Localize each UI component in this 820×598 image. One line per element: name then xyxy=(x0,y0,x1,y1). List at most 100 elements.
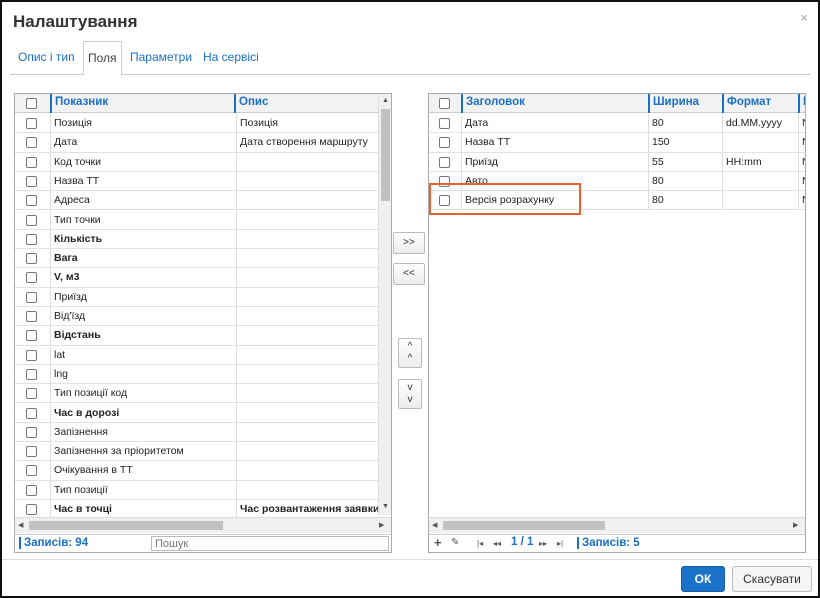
last-page-icon[interactable]: ▸| xyxy=(557,539,563,548)
format-cell xyxy=(722,133,798,153)
column-header-extra[interactable]: I xyxy=(798,94,805,113)
right-horizontal-scrollbar[interactable]: ◀ ▶ xyxy=(429,517,805,533)
move-up-button[interactable]: ^ ^ xyxy=(398,338,422,368)
row-checkbox[interactable] xyxy=(26,330,37,342)
move-down-button[interactable]: vv xyxy=(398,379,422,409)
left-horizontal-scroll-thumb[interactable] xyxy=(29,521,223,530)
width-cell: 80 xyxy=(648,114,722,133)
left-vertical-scrollbar[interactable]: ▲ ▼ xyxy=(378,94,391,515)
column-header-indicator[interactable]: Показник xyxy=(50,94,232,113)
row-checkbox[interactable] xyxy=(26,253,37,265)
scroll-up-icon[interactable]: ▲ xyxy=(382,96,389,106)
row-checkbox[interactable] xyxy=(26,233,37,245)
indicator-cell: Тип позиції xyxy=(50,480,236,500)
tab-description-type[interactable]: Опис і тип xyxy=(14,41,79,75)
select-all-checkbox[interactable] xyxy=(26,98,37,109)
close-icon[interactable]: × xyxy=(800,10,808,25)
left-horizontal-scrollbar[interactable]: ◀ ▶ xyxy=(15,517,391,533)
column-header-description[interactable]: Опис xyxy=(234,94,377,113)
row-checkbox[interactable] xyxy=(439,137,450,149)
column-header-width[interactable]: Ширина xyxy=(648,94,722,113)
scroll-right-icon[interactable]: ▶ xyxy=(793,521,798,531)
description-cell xyxy=(236,171,378,191)
table-row[interactable]: Дата Дата створення маршруту xyxy=(15,133,378,153)
cancel-button[interactable]: Скасувати xyxy=(732,566,812,592)
row-checkbox[interactable] xyxy=(439,156,450,168)
ok-button[interactable]: ОК xyxy=(681,566,725,592)
column-header-format[interactable]: Формат xyxy=(722,94,798,113)
tab-parameters[interactable]: Параметри xyxy=(126,41,196,75)
row-checkbox[interactable] xyxy=(26,349,37,361)
row-checkbox[interactable] xyxy=(26,156,37,168)
remove-field-button[interactable]: << xyxy=(393,263,425,285)
column-header-title[interactable]: Заголовок xyxy=(461,94,648,113)
table-row[interactable]: Від'їзд xyxy=(15,307,378,327)
row-checkbox[interactable] xyxy=(439,118,450,129)
scroll-right-icon[interactable]: ▶ xyxy=(379,521,384,531)
prev-page-icon[interactable]: ◂◂ xyxy=(493,539,501,548)
scroll-left-icon[interactable]: ◀ xyxy=(432,521,437,531)
left-grid-header: Показник Опис xyxy=(15,94,391,113)
row-checkbox[interactable] xyxy=(26,388,37,400)
description-cell: Дата створення маршруту xyxy=(236,133,378,153)
table-row[interactable]: Код точки xyxy=(15,152,378,172)
next-page-icon[interactable]: ▸▸ xyxy=(539,539,547,548)
width-cell: 55 xyxy=(648,152,722,172)
table-row[interactable]: Тип позиції код xyxy=(15,384,378,404)
extra-cell: N xyxy=(798,114,805,133)
description-cell xyxy=(236,345,378,365)
table-row[interactable]: lat xyxy=(15,345,378,365)
table-row[interactable]: Адреса xyxy=(15,191,378,211)
table-row[interactable]: Приїзд55HH:mmN xyxy=(429,152,805,172)
table-row[interactable]: V, м3 xyxy=(15,268,378,288)
row-checkbox[interactable] xyxy=(26,465,37,477)
page-indicator: 1 / 1 xyxy=(511,536,534,548)
width-cell: 150 xyxy=(648,133,722,153)
left-grid-footer: Записів: 94 xyxy=(15,534,391,552)
row-checkbox[interactable] xyxy=(26,446,37,458)
row-checkbox[interactable] xyxy=(26,195,37,207)
left-vertical-scroll-thumb[interactable] xyxy=(381,109,390,201)
first-page-icon[interactable]: |◂ xyxy=(477,539,483,548)
table-row[interactable]: Запізнення за пріоритетом xyxy=(15,442,378,462)
table-row[interactable]: lng xyxy=(15,364,378,385)
right-horizontal-scroll-thumb[interactable] xyxy=(443,521,605,530)
scroll-down-icon[interactable]: ▼ xyxy=(382,502,389,512)
table-row[interactable]: Кількість xyxy=(15,229,378,250)
table-row[interactable]: Вага xyxy=(15,249,378,269)
table-row[interactable]: Тип точки xyxy=(15,210,378,230)
select-all-selected-checkbox[interactable] xyxy=(439,98,450,109)
table-row[interactable]: Час в дорозі xyxy=(15,403,378,423)
table-row[interactable]: Запізнення xyxy=(15,422,378,443)
table-row[interactable]: Тип позиції xyxy=(15,480,378,500)
row-checkbox[interactable] xyxy=(26,137,37,149)
table-row[interactable]: Очікування в ТТ xyxy=(15,461,378,481)
scroll-left-icon[interactable]: ◀ xyxy=(18,521,23,531)
search-input[interactable] xyxy=(151,536,389,551)
table-row[interactable]: Назва ТТ xyxy=(15,171,378,192)
row-checkbox[interactable] xyxy=(26,175,37,187)
move-up-icon-second: ^ xyxy=(407,353,413,364)
table-row[interactable]: Відстань xyxy=(15,326,378,346)
row-checkbox[interactable] xyxy=(26,504,37,515)
tab-fields[interactable]: Поля xyxy=(83,41,122,76)
add-field-button[interactable]: >> xyxy=(393,232,425,254)
format-cell: dd.MM.yyyy xyxy=(722,114,798,133)
row-checkbox[interactable] xyxy=(26,484,37,496)
table-row[interactable]: Приїзд xyxy=(15,287,378,307)
row-checkbox[interactable] xyxy=(26,426,37,438)
edit-icon[interactable]: ✎ xyxy=(451,537,459,548)
add-row-icon[interactable]: + xyxy=(434,535,442,550)
row-checkbox[interactable] xyxy=(26,407,37,419)
row-checkbox[interactable] xyxy=(26,214,37,226)
description-cell xyxy=(236,210,378,230)
row-checkbox[interactable] xyxy=(26,118,37,129)
row-checkbox[interactable] xyxy=(26,291,37,303)
table-row[interactable]: Дата80dd.MM.yyyyN xyxy=(429,114,805,134)
row-checkbox[interactable] xyxy=(26,368,37,380)
tab-on-service[interactable]: На сервісі xyxy=(199,41,263,75)
table-row[interactable]: Позиція Позиція xyxy=(15,114,378,134)
row-checkbox[interactable] xyxy=(26,311,37,322)
row-checkbox[interactable] xyxy=(26,272,37,284)
table-row[interactable]: Назва ТТ150 N xyxy=(429,133,805,153)
